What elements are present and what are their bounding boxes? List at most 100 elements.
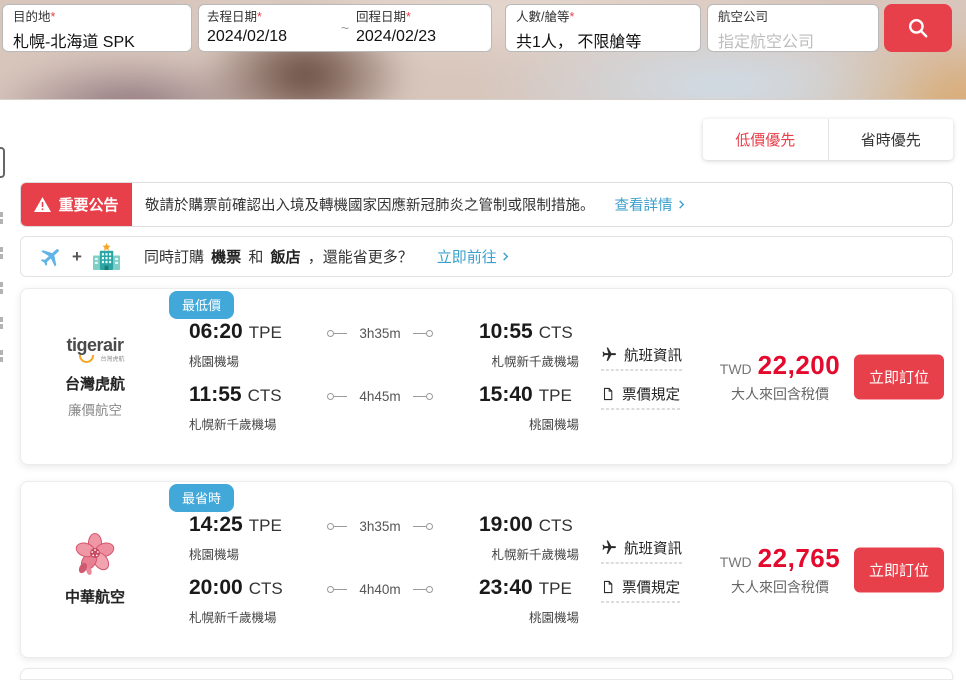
- airplane-icon: [34, 240, 68, 274]
- departure-airport-name: 札幌新千歲機場: [189, 607, 301, 626]
- sort-tabs: 低價優先 省時優先: [703, 119, 953, 160]
- fare-rules-link[interactable]: 票價規定: [601, 383, 680, 409]
- airplane-icon: [601, 347, 617, 363]
- search-button[interactable]: [884, 4, 952, 52]
- dates-field[interactable]: 去程日期* 2024/02/18 ~ 回程日期* 2024/02/23: [198, 4, 492, 52]
- flight-legs: 14:25 TPE 桃園機場 3h35m 19:00CTS 札幌新千歲機場 20:…: [169, 513, 579, 639]
- arrival-block: 10:55 CTS 札幌新千歲機場: [479, 320, 579, 370]
- price-amount: 22,200: [758, 350, 841, 381]
- promo-go-link-label: 立即前往: [437, 246, 497, 267]
- notice-message: 敬請於購票前確認出入境及轉機國家因應新冠肺炎之管制或限制措施。: [145, 194, 595, 215]
- book-now-button[interactable]: 立即訂位: [854, 547, 944, 592]
- flight-hotel-promo-banner[interactable]: + 同時訂購 機票 和 飯店 ，還能省更多？ 立即前往: [20, 236, 953, 277]
- return-date-label: 回程日期*: [356, 10, 483, 26]
- duration-block: 4h45m: [321, 389, 439, 404]
- arrival-block: 19:00CTS 札幌新千歲機場: [479, 513, 579, 563]
- duration-end-marker: [413, 523, 433, 530]
- passengers-cabin-label: 人數/艙等*: [516, 10, 690, 26]
- departure-block: 11:55CTS 札幌新千歲機場: [189, 383, 301, 433]
- departure-block: 06:20TPE 桃園機場: [189, 320, 301, 370]
- promo-flight-word: 機票: [211, 249, 241, 266]
- price-block: TWD 22,200 大人來回含稅價: [719, 350, 841, 404]
- promo-text: 同時訂購 機票 和 飯店 ，還能省更多？: [144, 246, 413, 267]
- arrival-airport-name: 桃園機場: [479, 414, 579, 433]
- airline-subtitle: 廉價航空: [68, 399, 122, 419]
- depart-date-label: 去程日期*: [207, 10, 334, 26]
- duration-start-marker: [327, 523, 347, 530]
- flight-legs: 06:20 TPE 桃園機場 3h35m 10:55 CTS 札幌新千歲機場 11:…: [169, 320, 579, 446]
- book-now-button[interactable]: 立即訂位: [854, 354, 944, 399]
- airplane-icon: [601, 540, 617, 556]
- airline-label: 航空公司: [718, 10, 868, 26]
- clipped-left-text-fragment: [0, 282, 3, 295]
- tab-low-price-first[interactable]: 低價優先: [703, 119, 828, 160]
- flight-info-link[interactable]: 航班資訊: [601, 537, 682, 563]
- document-icon: [601, 386, 615, 401]
- arrival-airport-code: TPE: [539, 386, 572, 405]
- notice-badge: 重要公告: [21, 183, 132, 226]
- promo-go-link[interactable]: 立即前往: [437, 246, 511, 267]
- tigerair-logo-subtext: 台灣虎航: [100, 354, 124, 363]
- important-notice-bar: 重要公告 敬請於購票前確認出入境及轉機國家因應新冠肺炎之管制或限制措施。 查看詳…: [20, 182, 953, 227]
- notice-details-link[interactable]: 查看詳情: [615, 194, 687, 215]
- flight-info-link[interactable]: 航班資訊: [601, 344, 682, 370]
- fare-rules-link[interactable]: 票價規定: [601, 576, 680, 602]
- departure-airport-code: CTS: [249, 579, 283, 598]
- arrival-airport-name: 札幌新千歲機場: [479, 351, 579, 370]
- departure-time: 06:20: [189, 320, 243, 343]
- passengers-cabin-field[interactable]: 人數/艙等* 共1人， 不限艙等: [505, 4, 701, 52]
- arrival-airport-name: 札幌新千歲機場: [479, 544, 579, 563]
- airline-info: tigerair 台灣虎航 台灣虎航 廉價航空: [21, 289, 169, 464]
- hotel-building-icon: [91, 243, 122, 271]
- duration-block: 3h35m: [321, 519, 439, 534]
- departure-time: 14:25: [189, 513, 243, 536]
- search-icon: [905, 15, 931, 41]
- duration-block: 3h35m: [321, 326, 439, 341]
- flight-result-card: 最省時 中華航空 14:25: [20, 481, 953, 658]
- plus-icon: +: [72, 247, 82, 267]
- duration-text: 3h35m: [359, 519, 400, 534]
- departure-airport-name: 桃園機場: [189, 544, 301, 563]
- departure-airport-code: TPE: [249, 516, 282, 535]
- outbound-leg: 06:20TPE 桃園機場 3h35m 10:55CTS 札幌新千歲機場: [169, 320, 579, 370]
- duration-start-marker: [327, 393, 347, 400]
- arrival-time: 23:40: [479, 576, 533, 599]
- return-leg: 11:55CTS 札幌新千歲機場 4h45m 15:40TPE 桃園機場: [169, 383, 579, 433]
- arrival-time: 10:55: [479, 320, 533, 343]
- departure-block: 20:00 CTS 札幌新千歲機場: [189, 576, 301, 626]
- chevron-right-icon: [676, 199, 687, 210]
- tab-time-saving-first[interactable]: 省時優先: [828, 119, 954, 160]
- clipped-left-panel-box: [0, 147, 5, 178]
- departure-time: 11:55: [189, 383, 242, 406]
- price-amount: 22,765: [758, 543, 841, 574]
- return-date-value: 2024/02/23: [356, 28, 483, 46]
- tigerair-logo: tigerair 台灣虎航: [66, 335, 123, 356]
- arrival-block: 23:40TPE 桃園機場: [479, 576, 579, 626]
- duration-block: 4h40m: [321, 582, 439, 597]
- price-block: TWD 22,765 大人來回含稅價: [719, 543, 841, 597]
- clipped-left-text-fragment: [0, 212, 3, 225]
- depart-date-field[interactable]: 去程日期* 2024/02/18: [207, 10, 334, 46]
- airline-name: 中華航空: [65, 586, 125, 607]
- departure-airport-code: TPE: [249, 323, 282, 342]
- return-date-field[interactable]: 回程日期* 2024/02/23: [356, 10, 483, 46]
- date-range-separator: ~: [334, 10, 356, 46]
- departure-time: 20:00: [189, 576, 243, 599]
- price-note: 大人來回含稅價: [719, 384, 841, 404]
- return-leg: 20:00CTS 札幌新千歲機場 4h40m 23:40TPE 桃園機場: [169, 576, 579, 626]
- arrival-airport-code: CTS: [539, 323, 573, 342]
- clipped-left-text-fragment: [0, 317, 3, 330]
- passengers-cabin-value: 共1人， 不限艙等: [516, 28, 690, 52]
- hero-bottom-divider: [0, 99, 966, 100]
- departure-block: 14:25 TPE 桃園機場: [189, 513, 301, 563]
- destination-field[interactable]: 目的地* 札幌-北海道 SPK: [2, 4, 192, 52]
- duration-text: 4h45m: [359, 389, 400, 404]
- airline-placeholder: 指定航空公司: [718, 28, 868, 52]
- most-time-saving-badge: 最省時: [169, 484, 234, 512]
- required-asterisk: *: [406, 10, 411, 24]
- arrival-airport-code: TPE: [539, 579, 572, 598]
- fare-rules-link-label: 票價規定: [622, 383, 680, 404]
- duration-end-marker: [413, 330, 433, 337]
- airline-field[interactable]: 航空公司 指定航空公司: [707, 4, 879, 52]
- duration-start-marker: [327, 330, 347, 337]
